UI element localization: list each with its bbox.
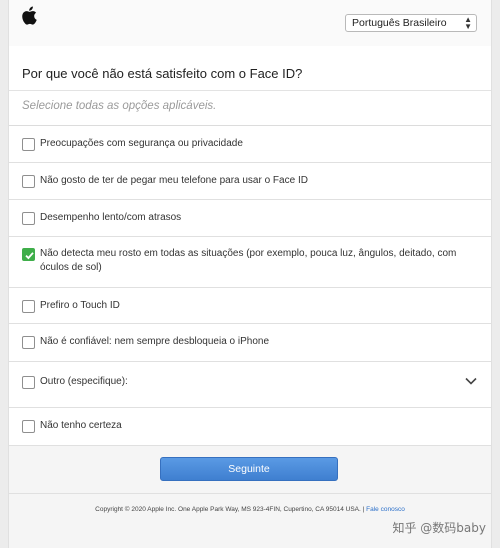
checkbox[interactable] [22,175,35,188]
watermark: 知乎 @数码baby [392,521,486,535]
divider [9,493,491,494]
option-not-reliable[interactable]: Não é confiável: nem sempre desbloqueia … [9,324,491,362]
question-area: Por que você não está satisfeito com o F… [9,46,491,126]
options-list: Preocupações com segurança ou privacidad… [9,126,491,446]
question-title: Por que você não está satisfeito com o F… [22,66,303,81]
option-not-sure[interactable]: Não tenho certeza [9,408,491,446]
option-label: Prefiro o Touch ID [40,300,120,311]
option-prefer-touch-id[interactable]: Prefiro o Touch ID [9,288,491,324]
next-button[interactable]: Seguinte [160,457,338,481]
option-security-privacy[interactable]: Preocupações com segurança ou privacidad… [9,126,491,163]
divider [9,90,491,91]
up-down-arrows-icon: ▲ ▼ [464,15,472,31]
contact-link[interactable]: Fale conosco [366,506,405,513]
option-label: Não tenho certeza [40,420,122,431]
checkbox[interactable] [22,212,35,225]
checkbox[interactable] [22,376,35,389]
language-select[interactable]: Português Brasileiro ▲ ▼ [345,14,477,32]
option-label: Não detecta meu rosto em todas as situaç… [40,248,457,273]
check-icon [25,252,34,260]
option-other[interactable]: Outro (especifique): [9,362,491,408]
option-pick-up-phone[interactable]: Não gosto de ter de pegar meu telefone p… [9,163,491,200]
survey-page: Português Brasileiro ▲ ▼ Por que você não… [8,0,492,548]
language-select-value: Português Brasileiro [352,17,447,29]
copyright-line: Copyright © 2020 Apple Inc. One Apple Pa… [9,506,491,513]
checkbox[interactable] [22,420,35,433]
checkbox-checked[interactable] [22,248,35,261]
option-label: Não gosto de ter de pegar meu telefone p… [40,175,308,186]
separator: | [362,506,365,513]
option-label: Não é confiável: nem sempre desbloqueia … [40,336,270,347]
header: Português Brasileiro ▲ ▼ [9,0,491,46]
checkbox[interactable] [22,336,35,349]
checkbox[interactable] [22,138,35,151]
instruction-text: Selecione todas as opções aplicáveis. [22,100,217,112]
apple-logo-icon [22,6,37,25]
chevron-down-icon[interactable] [465,377,477,385]
option-slow-performance[interactable]: Desempenho lento/com atrasos [9,200,491,237]
option-face-detection[interactable]: Não detecta meu rosto em todas as situaç… [9,237,491,288]
checkbox[interactable] [22,300,35,313]
option-label: Outro (especifique): [40,376,128,387]
option-label: Preocupações com segurança ou privacidad… [40,138,243,149]
copyright-text: Copyright © 2020 Apple Inc. One Apple Pa… [95,506,361,513]
option-label: Desempenho lento/com atrasos [40,212,182,223]
